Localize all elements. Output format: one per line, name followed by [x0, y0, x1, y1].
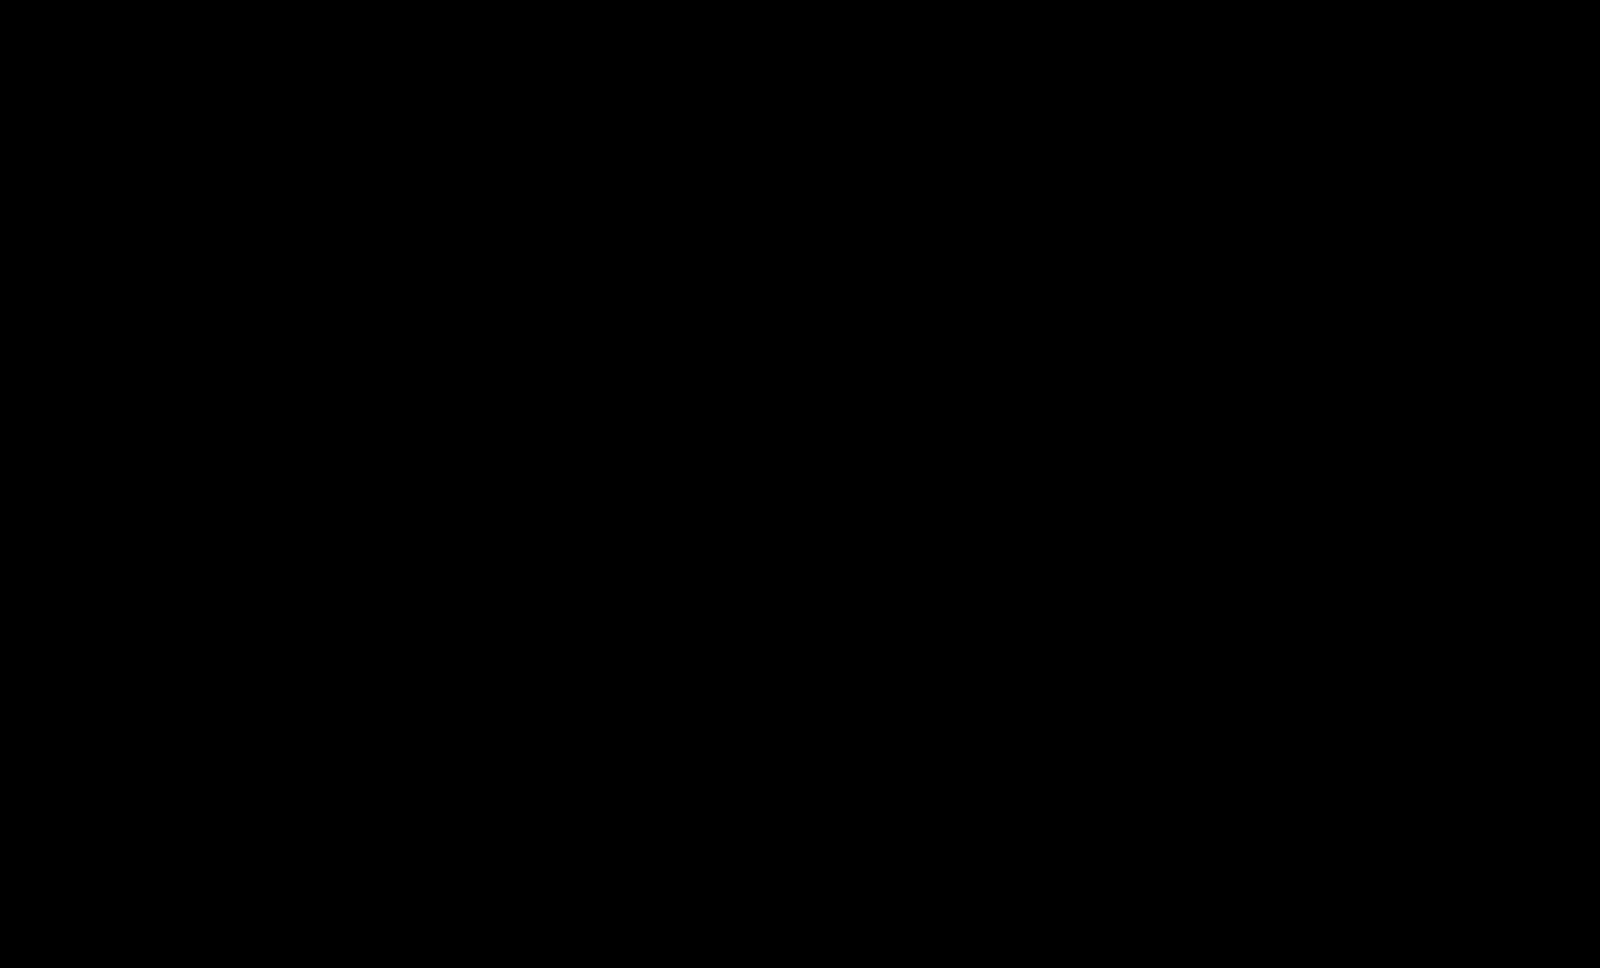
file-info-header: [0, 0, 1600, 68]
thumbnail-contact-sheet: [0, 68, 1600, 968]
